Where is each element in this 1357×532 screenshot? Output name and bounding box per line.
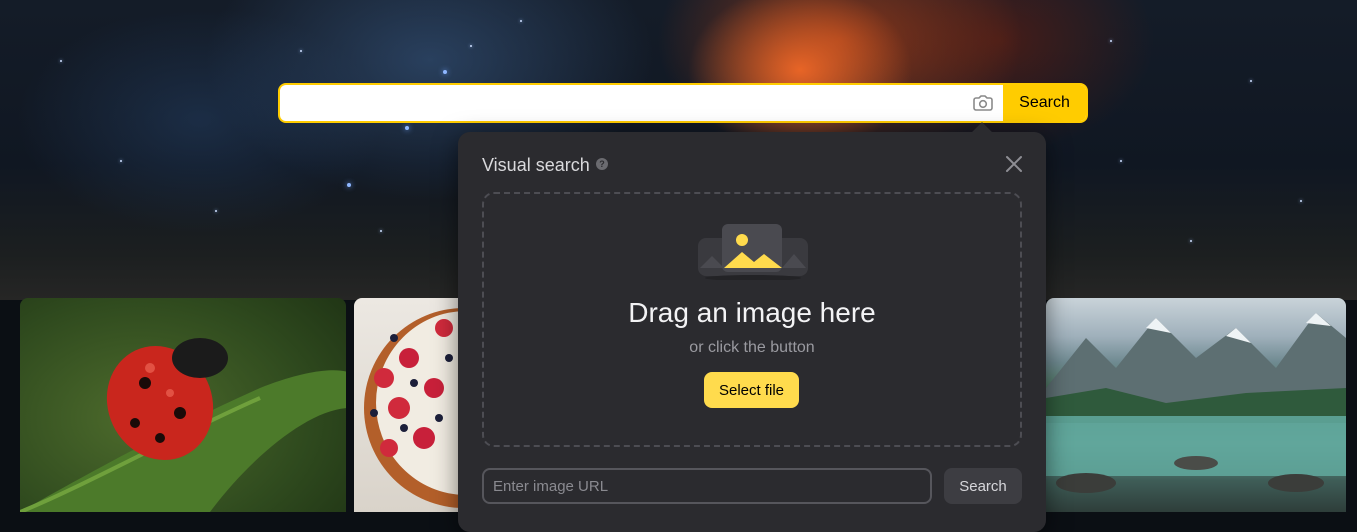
search-button[interactable]: Search xyxy=(1003,85,1086,121)
star xyxy=(215,210,217,212)
star xyxy=(470,45,472,47)
help-icon[interactable]: ? xyxy=(596,158,608,170)
url-search-button[interactable]: Search xyxy=(944,468,1022,504)
star xyxy=(380,230,382,232)
star xyxy=(520,20,522,22)
popup-title: Visual search xyxy=(482,155,590,175)
close-icon[interactable] xyxy=(1004,154,1024,174)
star xyxy=(443,70,447,74)
image-dropzone[interactable]: Drag an image here or click the button S… xyxy=(482,192,1022,447)
dropzone-title: Drag an image here xyxy=(628,297,876,328)
star xyxy=(1120,160,1122,162)
select-file-button[interactable]: Select file xyxy=(704,372,799,408)
star xyxy=(60,60,62,62)
star xyxy=(1300,200,1302,202)
ladybug-image[interactable] xyxy=(20,298,346,512)
star xyxy=(1190,240,1192,242)
berry-tart-image[interactable] xyxy=(354,298,474,512)
camera-icon[interactable] xyxy=(963,85,1003,121)
search-bar: Search xyxy=(278,83,1088,123)
star xyxy=(300,50,302,52)
star xyxy=(405,126,409,130)
visual-search-popup: Visual search ? Drag an image here or cl… xyxy=(458,122,1046,532)
star xyxy=(347,183,351,187)
search-input[interactable] xyxy=(280,85,963,121)
dropzone-subtitle: or click the button xyxy=(689,339,815,356)
star xyxy=(1110,40,1112,42)
image-placeholder-icon xyxy=(698,224,808,280)
star xyxy=(1250,80,1252,82)
star xyxy=(120,160,122,162)
mountain-lake-image[interactable] xyxy=(1046,298,1346,512)
image-url-input[interactable] xyxy=(482,468,932,504)
